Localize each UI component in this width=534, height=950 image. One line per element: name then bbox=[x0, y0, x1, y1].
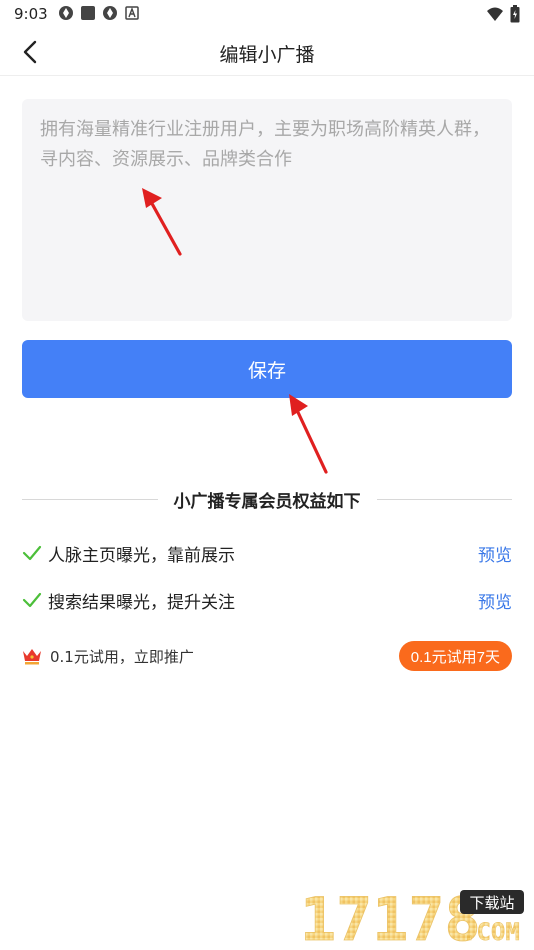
page-title: 编辑小广播 bbox=[219, 44, 315, 66]
benefit-text: 搜索结果曝光，提升关注 bbox=[48, 592, 235, 613]
trial-row: 0.1元试用，立即推广 0.1元试用7天 bbox=[22, 640, 512, 672]
status-bar: 9:03 bbox=[0, 0, 534, 28]
check-icon bbox=[22, 545, 42, 561]
crown-icon bbox=[23, 649, 41, 665]
divider-line-right bbox=[376, 498, 512, 500]
trial-text: 0.1元试用，立即推广 bbox=[50, 647, 194, 666]
watermark-logo: 17178 下载站 .COM bbox=[300, 885, 526, 950]
trial-button[interactable]: 0.1元试用7天 bbox=[398, 641, 512, 671]
benefit-text: 人脉主页曝光，靠前展示 bbox=[48, 545, 235, 566]
aperture-icon bbox=[58, 5, 74, 21]
check-icon bbox=[22, 592, 42, 608]
svg-text:.COM: .COM bbox=[462, 918, 520, 946]
benefits-heading-row: 小广播专属会员权益如下 bbox=[22, 486, 512, 512]
annotation-arrow bbox=[142, 188, 182, 256]
svg-text:下载站: 下载站 bbox=[469, 894, 514, 912]
ad-content-input[interactable] bbox=[22, 99, 512, 321]
svg-text:17178: 17178 bbox=[300, 888, 481, 946]
square-icon bbox=[80, 5, 96, 21]
divider-line-left bbox=[22, 498, 158, 500]
preview-link[interactable]: 预览 bbox=[478, 541, 512, 566]
save-button[interactable]: 保存 bbox=[22, 340, 512, 398]
annotation-arrow bbox=[289, 394, 328, 474]
benefit-item: 人脉主页曝光，靠前展示 预览 bbox=[22, 538, 512, 568]
status-icons-left bbox=[58, 5, 140, 21]
ad-content-editor bbox=[22, 99, 512, 321]
status-time: 9:03 bbox=[14, 5, 48, 23]
aperture-icon bbox=[102, 5, 118, 21]
status-icons-right bbox=[486, 5, 520, 27]
nav-bar: 编辑小广播 bbox=[0, 28, 534, 76]
benefit-item: 搜索结果曝光，提升关注 预览 bbox=[22, 585, 512, 615]
benefits-heading: 小广播专属会员权益如下 bbox=[173, 491, 361, 512]
letter-a-icon bbox=[124, 5, 140, 21]
wifi-icon bbox=[486, 6, 504, 26]
preview-link[interactable]: 预览 bbox=[478, 588, 512, 613]
battery-icon bbox=[510, 5, 520, 27]
